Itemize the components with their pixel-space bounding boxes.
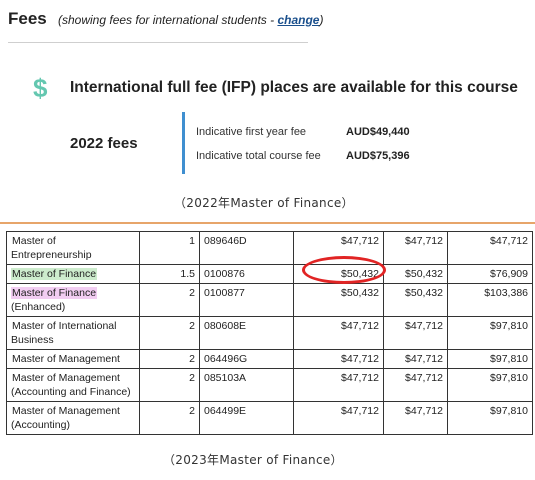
caption-2023: （2023年Master of Finance）: [163, 453, 343, 467]
fee-cell: $47,712: [383, 401, 448, 435]
duration-cell: 1.5: [139, 264, 200, 284]
fee-cell: $47,712: [383, 368, 448, 402]
total-fee-cell: $97,810: [447, 368, 533, 402]
fee-cell: $47,712: [293, 316, 384, 350]
fee-cell: $47,712: [293, 349, 384, 369]
first-year-fee-label: Indicative first year fee: [196, 126, 307, 138]
duration-cell: 1: [139, 231, 200, 265]
program-name: Master of Management (Accounting and Fin…: [11, 372, 131, 398]
total-fee-cell: $97,810: [447, 401, 533, 435]
caption-2022: （2022年Master of Finance）: [174, 196, 354, 210]
total-fee-cell: $97,810: [447, 349, 533, 369]
program-cell: Master of Finance: [6, 264, 140, 284]
program-cell: Master of Management (Accounting and Fin…: [6, 368, 140, 402]
program-cell: Master of Finance (Enhanced): [6, 283, 140, 317]
duration-cell: 2: [139, 401, 200, 435]
table-row: Master of Management 2 064496G $47,712 $47,7…: [6, 349, 533, 369]
program-cell: Master of Management (Accounting): [6, 401, 140, 435]
fee-table: Master of Entrepreneurship 1 089646D $47,71…: [6, 231, 533, 435]
dollar-icon: $: [33, 73, 48, 103]
program-cell: Master of Entrepreneurship: [6, 231, 140, 265]
cricos-code-cell: 080608E: [199, 316, 294, 350]
program-name: Master of International Business: [11, 320, 117, 346]
fees-note-suffix: ): [319, 13, 324, 27]
fee-divider: [182, 112, 185, 174]
cricos-code-cell: 064496G: [199, 349, 294, 369]
ifp-heading: International full fee (IFP) places are …: [70, 79, 518, 96]
program-name: Master of Finance: [11, 287, 98, 299]
total-fee-cell: $103,386: [447, 283, 533, 317]
total-fee-label: Indicative total course fee: [196, 150, 321, 162]
fee-cell: $50,432: [383, 264, 448, 284]
fees-note-prefix: (showing fees for international students…: [58, 13, 278, 27]
fees-title: Fees: [8, 9, 47, 28]
fees-header: Fees (showing fees for international stu…: [8, 4, 323, 43]
program-name: Master of Finance: [11, 268, 98, 280]
change-student-type-link[interactable]: change: [277, 13, 319, 27]
cricos-code-cell: 089646D: [199, 231, 294, 265]
fee-cell: $47,712: [383, 349, 448, 369]
program-cell: Master of Management: [6, 349, 140, 369]
fee-cell: $47,712: [383, 316, 448, 350]
program-cell: Master of International Business: [6, 316, 140, 350]
red-circle-annotation: [302, 256, 386, 284]
table-row: Master of Management (Accounting and Fin…: [6, 368, 533, 402]
fees-note: (showing fees for international students…: [58, 13, 323, 27]
program-variant: (Enhanced): [11, 301, 66, 313]
total-fee-value: AUD$75,396: [346, 150, 410, 162]
total-fee-cell: $47,712: [447, 231, 533, 265]
first-year-fee-value: AUD$49,440: [346, 126, 410, 138]
table-row: Master of Management (Accounting) 2 064499…: [6, 401, 533, 435]
fee-cell: $47,712: [293, 401, 384, 435]
cricos-code-cell: 0100877: [199, 283, 294, 317]
total-fee-cell: $76,909: [447, 264, 533, 284]
program-name: Master of Management (Accounting): [11, 405, 120, 431]
cricos-code-cell: 085103A: [199, 368, 294, 402]
fee-cell: $47,712: [293, 368, 384, 402]
total-fee-cell: $97,810: [447, 316, 533, 350]
table-row: Master of International Business 2 080608E…: [6, 316, 533, 350]
fee-cell: $50,432: [293, 283, 384, 317]
cricos-code-cell: 0100876: [199, 264, 294, 284]
section-divider: [0, 222, 535, 224]
duration-cell: 2: [139, 368, 200, 402]
table-row: Master of Entrepreneurship 1 089646D $47,71…: [6, 231, 533, 265]
fee-cell: $50,432: [383, 283, 448, 317]
duration-cell: 2: [139, 283, 200, 317]
program-name: Master of Management: [12, 353, 120, 365]
fee-cell: $47,712: [383, 231, 448, 265]
duration-cell: 2: [139, 349, 200, 369]
fees-year-label: 2022 fees: [70, 135, 138, 152]
table-row: Master of Finance 1.5 0100876 $50,432 $50,43…: [6, 264, 533, 284]
cricos-code-cell: 064499E: [199, 401, 294, 435]
table-row: Master of Finance (Enhanced) 2 0100877 $50,4…: [6, 283, 533, 317]
duration-cell: 2: [139, 316, 200, 350]
program-name: Master of Entrepreneurship: [11, 235, 92, 261]
